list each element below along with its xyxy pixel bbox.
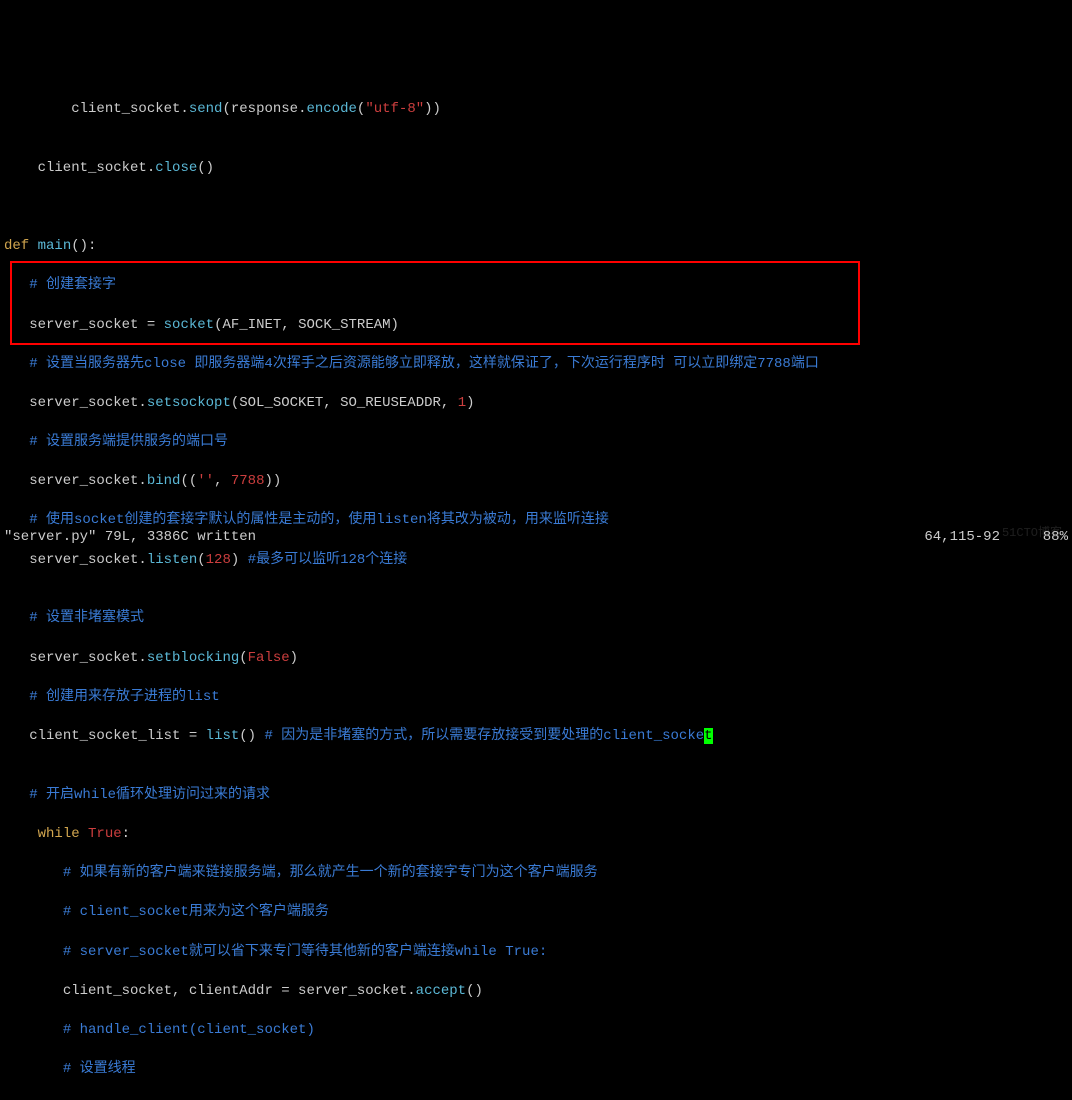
arg: response bbox=[231, 101, 298, 117]
func-main: main bbox=[38, 238, 72, 254]
status-file: "server.py" 79L, 3386C written bbox=[4, 528, 924, 548]
keyword-def: def bbox=[4, 238, 29, 254]
comment: # 因为是非堵塞的方式，所以需要存放接受到要处理的client_socke bbox=[265, 728, 705, 744]
method-close: close bbox=[155, 160, 197, 176]
bool: True bbox=[88, 826, 122, 842]
const: SOL_SOCKET bbox=[239, 395, 323, 411]
const: AF_INET bbox=[222, 317, 281, 333]
number: 128 bbox=[206, 552, 231, 568]
var: server_socket bbox=[29, 317, 138, 333]
comment: # 设置非堵塞模式 bbox=[29, 610, 144, 626]
bool: False bbox=[248, 650, 290, 666]
const: SOCK_STREAM bbox=[298, 317, 390, 333]
comment: # 设置线程 bbox=[63, 1061, 136, 1077]
cursor: t bbox=[704, 728, 712, 744]
method-setblocking: setblocking bbox=[147, 650, 239, 666]
string-literal: '' bbox=[197, 473, 214, 489]
var: client_socket_list bbox=[29, 728, 180, 744]
code-text: client_socket, clientAddr = server_socke… bbox=[63, 983, 416, 999]
comment: # 开启while循环处理访问过来的请求 bbox=[29, 787, 270, 803]
comment: # 设置服务端提供服务的端口号 bbox=[29, 434, 228, 450]
method-bind: bind bbox=[147, 473, 181, 489]
string-literal: "utf-8" bbox=[365, 101, 424, 117]
code-editor[interactable]: client_socket.send(response.encode("utf-… bbox=[0, 78, 1072, 1100]
method-setsockopt: setsockopt bbox=[147, 395, 231, 411]
call-list: list bbox=[206, 728, 240, 744]
comment: # 设置当服务器先close 即服务器端4次挥手之后资源能够立即释放，这样就保证… bbox=[29, 356, 819, 372]
number: 7788 bbox=[231, 473, 265, 489]
comment: # 如果有新的客户端来链接服务端，那么就产生一个新的套接字专门为这个客户端服务 bbox=[63, 865, 598, 881]
comment: # client_socket用来为这个客户端服务 bbox=[63, 904, 329, 920]
vim-statusbar: "server.py" 79L, 3386C written 64,115-92… bbox=[4, 528, 1068, 548]
comment: # 创建套接字 bbox=[29, 277, 116, 293]
method-listen: listen bbox=[147, 552, 197, 568]
comment: #最多可以监听128个连接 bbox=[248, 552, 408, 568]
method-send: send bbox=[189, 101, 223, 117]
status-percent: 88% bbox=[1008, 528, 1068, 548]
call-socket: socket bbox=[164, 317, 214, 333]
comment: # 创建用来存放子进程的list bbox=[29, 689, 219, 705]
comment: # server_socket就可以省下来专门等待其他新的客户端连接while … bbox=[63, 944, 547, 960]
keyword-while: while bbox=[38, 826, 80, 842]
const: SO_REUSEADDR bbox=[340, 395, 441, 411]
comment: # 使用socket创建的套接字默认的属性是主动的，使用listen将其改为被动… bbox=[29, 512, 609, 528]
method-accept: accept bbox=[416, 983, 466, 999]
number: 1 bbox=[458, 395, 466, 411]
comment: # handle_client(client_socket) bbox=[63, 1022, 315, 1038]
status-position: 64,115-92 bbox=[924, 528, 1000, 548]
method-encode: encode bbox=[306, 101, 356, 117]
